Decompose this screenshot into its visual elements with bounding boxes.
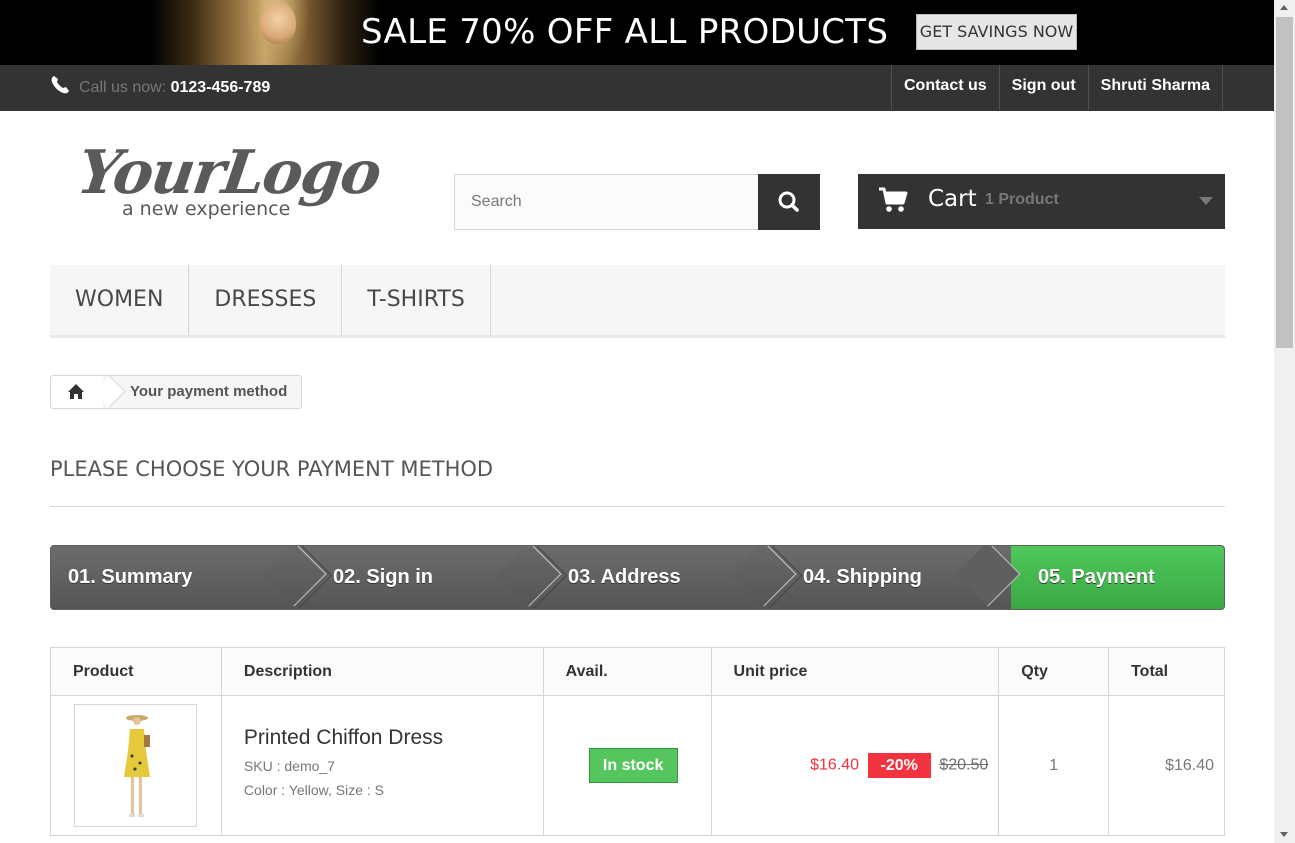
breadcrumb: Your payment method: [50, 375, 302, 409]
table-row: Printed Chiffon Dress SKU : demo_7 Color…: [50, 695, 1225, 836]
price-old: $20.50: [939, 756, 989, 774]
step-sign-in[interactable]: 02. Sign in: [286, 546, 521, 609]
header-links: Contact us Sign out Shruti Sharma: [891, 65, 1224, 111]
get-savings-button[interactable]: GET SAVINGS NOW: [916, 14, 1077, 50]
search-button[interactable]: [758, 174, 820, 230]
discount-badge: -20%: [867, 753, 931, 778]
banner-model-image: [150, 0, 380, 65]
breadcrumb-current: Your payment method: [130, 383, 288, 400]
page-title: PLEASE CHOOSE YOUR PAYMENT METHOD: [50, 457, 494, 481]
site-logo[interactable]: YourLogo a new experience: [73, 138, 384, 228]
top-nav-bar: Call us now: 0123-456-789 Contact us Sig…: [0, 65, 1274, 111]
line-total: $16.40: [1108, 695, 1225, 836]
column-header: Total: [1108, 647, 1225, 696]
cart-summary-table: Product Description Avail. Unit price Qt…: [50, 647, 1225, 836]
phone-icon: [51, 76, 69, 94]
breadcrumb-home[interactable]: [51, 376, 103, 408]
chevron-down-icon[interactable]: [1199, 197, 1213, 205]
menu-item-dresses[interactable]: DRESSES: [189, 265, 343, 335]
contact-us-link[interactable]: Contact us: [892, 65, 1000, 111]
shopping-cart-icon: [879, 187, 908, 212]
step-address[interactable]: 03. Address: [521, 546, 756, 609]
search-icon: [778, 191, 799, 212]
search-input[interactable]: Search: [454, 174, 759, 230]
cart-label: Cart: [928, 186, 977, 212]
phone-number: 0123-456-789: [170, 79, 271, 96]
scrollbar-thumb[interactable]: [1276, 17, 1293, 348]
product-sku: SKU : demo_7: [243, 757, 335, 774]
cart-block[interactable]: Cart 1 Product: [858, 174, 1225, 229]
menu-item-tshirts[interactable]: T-SHIRTS: [342, 265, 491, 335]
page-scrollbar[interactable]: [1274, 0, 1295, 843]
product-thumbnail[interactable]: [74, 704, 197, 827]
product-image: [124, 715, 150, 817]
call-us-text: Call us now: 0123-456-789: [79, 79, 271, 96]
promo-banner[interactable]: SALE 70% OFF ALL PRODUCTS GET SAVINGS NO…: [0, 0, 1274, 65]
status-badge: In stock: [588, 748, 678, 783]
column-header: Product: [50, 647, 222, 696]
scroll-down-arrow-icon[interactable]: [1280, 832, 1288, 837]
price-current: $16.40: [810, 756, 860, 774]
scroll-up-arrow-icon[interactable]: [1280, 5, 1288, 10]
menu-item-women[interactable]: WOMEN: [50, 265, 190, 335]
main-menu: WOMEN DRESSES T-SHIRTS: [50, 265, 1225, 338]
checkout-steps: 01. Summary 02. Sign in 03. Address 04. …: [50, 545, 1225, 610]
cart-count: 1 Product: [985, 191, 1059, 208]
home-icon: [68, 384, 84, 399]
column-header: Qty: [998, 647, 1110, 696]
banner-title: SALE 70% OFF ALL PRODUCTS: [361, 12, 889, 52]
column-header: Description: [220, 647, 544, 696]
step-payment: 05. Payment: [1038, 566, 1155, 588]
column-header: Unit price: [710, 647, 1000, 696]
divider: [50, 506, 1225, 507]
product-name-link[interactable]: Printed Chiffon Dress: [222, 726, 543, 750]
product-attributes: Color : Yellow, Size : S: [243, 781, 384, 798]
column-header: Avail.: [542, 647, 712, 696]
step-summary[interactable]: 01. Summary: [51, 546, 286, 609]
quantity-value: 1: [998, 695, 1110, 836]
sign-out-link[interactable]: Sign out: [1000, 65, 1089, 111]
step-shipping[interactable]: 04. Shipping: [756, 546, 991, 609]
account-link[interactable]: Shruti Sharma: [1089, 65, 1224, 111]
